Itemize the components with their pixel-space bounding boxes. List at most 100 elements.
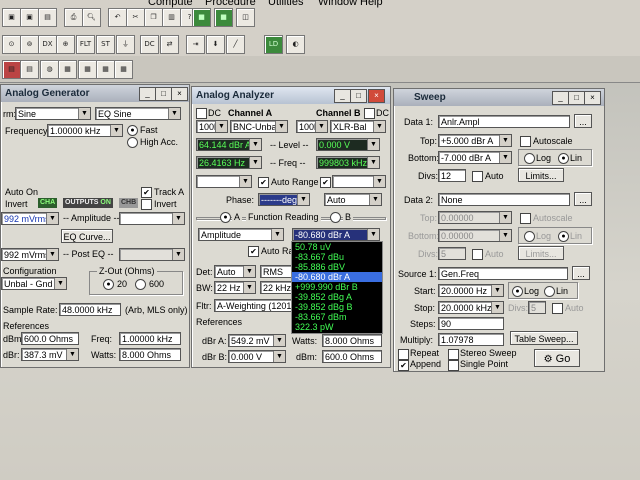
data-icon[interactable]: FLT (76, 35, 95, 54)
freq-b-reading[interactable]: 999803 kHz ▼ (316, 156, 380, 169)
phase-source-select[interactable]: ▼ (196, 175, 252, 188)
input-b-select[interactable]: XLR-Bal ▼ (330, 120, 386, 133)
save-icon[interactable]: ▣ (20, 8, 39, 27)
units-list-item[interactable]: -83.667 dBm (292, 312, 382, 322)
steps-input[interactable]: 90 (438, 317, 504, 330)
freq-a-reading[interactable]: 26.4163 Hz ▼ (196, 156, 262, 169)
maximize-button[interactable]: □ (568, 91, 585, 105)
fft-icon[interactable]: ⇥ (186, 35, 205, 54)
dbm-input[interactable]: 600.0 Ohms (322, 350, 382, 363)
stop-input[interactable]: 20.0000 kHz ▼ (438, 301, 504, 314)
maximize-button[interactable]: □ (155, 87, 172, 101)
append-checkbox[interactable]: ✔ (398, 360, 409, 371)
go-button[interactable]: ⚙ Go (534, 349, 580, 367)
start-input[interactable]: 20.0000 Hz ▼ (438, 284, 504, 297)
level-a-reading[interactable]: 64.144 dBr A ▼ (196, 138, 262, 151)
frequency-input[interactable]: 1.00000 kHz ▼ (47, 124, 123, 137)
copy-icon[interactable]: ❐ (144, 8, 163, 27)
function-select[interactable]: Amplitude ▼ (198, 228, 284, 241)
print-icon[interactable]: ⎙ (64, 8, 83, 27)
zout-20-radio[interactable]: ● (103, 279, 114, 290)
stereo-sweep-checkbox[interactable] (448, 349, 459, 360)
minimize-button[interactable]: _ (139, 87, 156, 101)
autoscale2-checkbox[interactable] (520, 213, 531, 224)
high-acc-radio[interactable] (127, 137, 138, 148)
amplitude-unit-select[interactable]: ▼ (119, 212, 185, 225)
reading-unit-select[interactable]: -80.680 dBr A ▼ (292, 228, 380, 241)
phase-mode-select[interactable]: Auto ▼ (324, 193, 382, 206)
panel-icon-4[interactable]: ▦ (58, 60, 77, 79)
disk-icon[interactable]: ▤ (38, 8, 57, 27)
source1-input[interactable]: Gen.Freq (438, 267, 568, 280)
invert-checkbox[interactable] (141, 199, 152, 210)
maximize-button[interactable]: □ (350, 89, 367, 103)
dbrb-input[interactable]: 0.000 V ▼ (228, 350, 286, 363)
dbra-input[interactable]: 549.2 mV ▼ (228, 334, 286, 347)
limits2-button[interactable]: Limits... (518, 246, 564, 260)
units-dropdown-list[interactable]: 50.78 uV -83.667 dBu -85.886 dBV -80.680 dB… (291, 241, 383, 334)
panel-icon-7[interactable]: ▦ (114, 60, 133, 79)
post-eq-unit-select[interactable]: ▼ (119, 248, 185, 261)
dc-a-checkbox[interactable] (196, 108, 207, 119)
function-b-radio[interactable] (330, 212, 341, 223)
divs-s-input[interactable]: 5 (528, 301, 546, 314)
menu-help[interactable]: Help (360, 0, 383, 8)
sample-rate-input[interactable]: 48.0000 kHz (59, 303, 121, 316)
cha-button[interactable]: CHA (38, 198, 58, 208)
autoscale-checkbox[interactable] (520, 136, 531, 147)
auto-range-checkbox[interactable]: ✔ (258, 177, 269, 188)
function-a-radio[interactable]: ● (220, 212, 231, 223)
data2-browse-button[interactable]: ... (574, 192, 592, 206)
panel-icon-2[interactable]: ▤ (20, 60, 39, 79)
ref-freq-input[interactable]: 1.00000 kHz (119, 332, 181, 345)
limits-button[interactable]: Limits... (518, 168, 564, 182)
phase-reading[interactable]: -------deg ▼ (258, 193, 310, 206)
fast-radio[interactable]: ● (127, 125, 138, 136)
preview-icon[interactable]: 🔍︎ (82, 8, 101, 27)
units-list-item[interactable]: +999.990 dBr B (292, 282, 382, 292)
panel-icon-6[interactable]: ▦ (96, 60, 115, 79)
watts-input[interactable]: 8.000 Ohms (322, 334, 382, 347)
configuration-select[interactable]: Unbal - Gnd ▼ (1, 277, 67, 290)
green-stop-icon[interactable]: ■ (214, 8, 233, 27)
units-list-item[interactable]: -83.667 dBu (292, 252, 382, 262)
data1-input[interactable]: Anlr.Ampl (438, 115, 570, 128)
table-sweep-button[interactable]: Table Sweep... (510, 331, 578, 345)
units-list-item[interactable]: 50.78 uV (292, 242, 382, 252)
menu-window[interactable]: Window (318, 0, 357, 8)
top-input[interactable]: +5.000 dBr A ▼ (438, 134, 512, 147)
chart-icon[interactable]: ╱ (226, 35, 245, 54)
chb-button[interactable]: CHB (119, 198, 139, 208)
panel-icon-5[interactable]: ▦ (78, 60, 97, 79)
down-arrow-icon[interactable]: ⬇ (206, 35, 225, 54)
ld-icon[interactable]: LD (264, 35, 283, 54)
multiply-input[interactable]: 1.07978 (438, 333, 504, 346)
menu-compute[interactable]: Compute (148, 0, 193, 8)
repeat-checkbox[interactable] (398, 349, 409, 360)
auto-range-b-checkbox[interactable]: ✔ (320, 177, 331, 188)
data2-input[interactable]: None (438, 193, 570, 206)
det-select[interactable]: Auto ▼ (214, 265, 256, 278)
data1-browse-button[interactable]: ... (574, 114, 592, 128)
auto-ra-checkbox[interactable]: ✔ (248, 246, 259, 257)
lin2-radio[interactable]: ● (558, 231, 569, 242)
outputs-button[interactable]: OUTPUTS ON (63, 198, 113, 208)
meter-icon[interactable]: ◐ (286, 35, 305, 54)
bottom2-input[interactable]: 0.00000 ▼ (438, 229, 512, 242)
batt-icon[interactable]: ⏚ (116, 35, 135, 54)
waveform-select[interactable]: Sine ▼ (15, 107, 91, 120)
range-a-select[interactable]: 100k ▼ (196, 120, 228, 133)
ref-dbr-input[interactable]: 387.3 mV ▼ (21, 348, 79, 361)
source1-browse-button[interactable]: ... (572, 266, 590, 280)
paste-icon[interactable]: ▥ (162, 8, 181, 27)
bw-low-select[interactable]: 22 Hz ▼ (214, 281, 256, 294)
close-button[interactable]: × (171, 87, 188, 101)
log-radio[interactable] (524, 153, 535, 164)
green-go-icon[interactable]: ■ (192, 8, 211, 27)
divs-input[interactable]: 12 (438, 169, 466, 182)
post-eq-input[interactable]: 992 mVrms ▼ (1, 248, 59, 261)
undo-icon[interactable]: ↶ (108, 8, 127, 27)
units-list-item[interactable]: -85.886 dBV (292, 262, 382, 272)
phase-b-select[interactable]: ▼ (332, 175, 386, 188)
lin-s-radio[interactable] (544, 286, 555, 297)
